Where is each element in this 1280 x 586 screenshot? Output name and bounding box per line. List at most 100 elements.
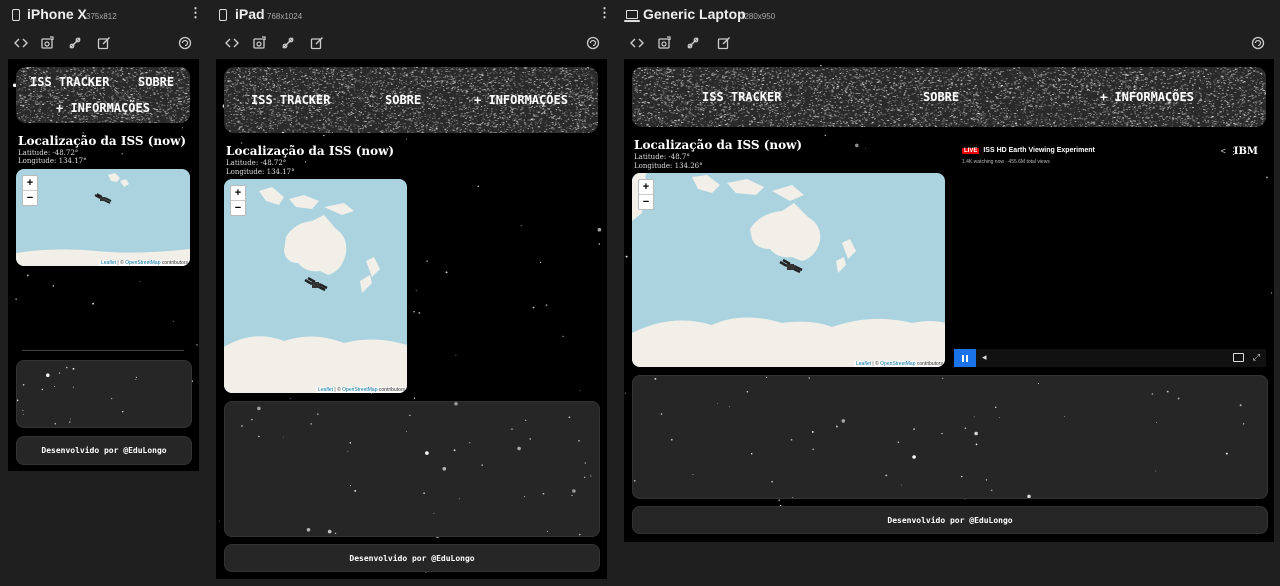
noise-speck [257,91,260,92]
noise-speck [268,72,270,74]
noise-speck [95,116,98,118]
noise-speck [270,78,273,80]
noise-speck [252,131,254,133]
noise-speck [225,127,227,129]
more-options-icon[interactable]: ⋮ [598,6,611,19]
noise-speck [278,67,280,69]
noise-speck [261,123,263,125]
noise-speck [131,118,134,119]
edit-icon[interactable] [308,34,326,52]
edit-icon[interactable] [95,34,113,52]
osm-link[interactable]: OpenStreetMap [125,260,160,266]
noise-speck [30,92,32,94]
site-viewport[interactable]: ISS TRACKER SOBRE + INFORMAÇÕES Localiza… [216,59,607,579]
noise-speck [74,70,77,72]
noise-speck [368,113,371,115]
star [413,397,416,399]
noise-speck [242,130,244,132]
noise-speck [470,130,472,132]
noise-speck [318,83,320,85]
noise-speck [93,117,96,119]
noise-speck [337,72,339,73]
noise-speck [345,84,347,85]
rotate-icon[interactable] [584,34,602,52]
noise-speck [374,118,376,119]
noise-speck [94,115,96,117]
noise-speck [541,117,542,119]
noise-speck [570,112,573,114]
iss-map[interactable]: + − Leaflet | © OpenStreetMap contributo… [16,169,190,266]
noise-speck [334,113,337,114]
noise-speck [149,102,152,103]
noise-speck [588,97,590,98]
code-icon[interactable] [12,34,30,52]
nav-sobre[interactable]: SOBRE [138,75,174,89]
nav-informacoes[interactable]: + INFORMAÇÕES [56,101,150,115]
more-options-icon[interactable]: ⋮ [189,6,202,19]
noise-speck [168,120,170,122]
screenshot-icon[interactable] [250,34,268,52]
noise-speck [250,126,253,128]
noise-speck [449,126,451,128]
noise-speck [356,116,358,118]
noise-speck [133,98,135,99]
noise-speck [262,90,264,92]
noise-speck [306,87,309,89]
noise-speck [378,108,381,110]
noise-speck [452,119,454,121]
rotate-icon[interactable] [176,34,194,52]
noise-speck [498,128,499,130]
noise-speck [57,99,59,100]
noise-speck [433,130,436,132]
noise-speck [252,111,254,113]
noise-speck [126,68,128,69]
noise-speck [170,107,173,109]
noise-speck [459,130,461,132]
noise-speck [92,98,94,100]
noise-speck [108,95,109,97]
nav-iss-tracker[interactable]: ISS TRACKER [30,75,109,89]
noise-speck [177,106,179,108]
noise-speck [374,103,376,105]
site-viewport[interactable]: ISS TRACKER SOBRE + INFORMAÇÕES Localiza… [8,59,199,471]
satellite-icon[interactable] [279,34,297,52]
noise-speck [309,68,311,70]
noise-speck [359,79,361,81]
zoom-out-button[interactable]: − [23,191,37,205]
noise-speck [415,78,418,80]
noise-speck [107,71,109,73]
star [539,261,542,264]
noise-speck [557,130,560,132]
noise-speck [121,92,123,94]
noise-speck [559,73,561,75]
noise-speck [227,119,229,121]
noise-speck [341,104,344,105]
noise-speck [119,97,121,99]
noise-speck [549,69,552,70]
noise-speck [452,125,455,127]
noise-speck [174,109,176,111]
noise-speck [171,100,172,102]
noise-speck [405,68,407,70]
code-icon[interactable] [223,34,241,52]
noise-speck [300,82,302,83]
screenshot-icon[interactable] [38,34,56,52]
noise-speck [179,101,182,102]
noise-speck [128,96,130,98]
noise-speck [413,132,415,133]
noise-speck [285,83,287,85]
noise-speck [283,116,286,118]
noise-speck [117,96,120,97]
noise-speck [569,93,571,95]
noise-speck [501,117,504,119]
leaflet-link[interactable]: Leaflet [101,260,116,266]
noise-speck [121,117,123,119]
noise-speck [505,68,507,70]
noise-speck [438,119,440,121]
zoom-in-button[interactable]: + [23,176,37,191]
noise-speck [35,103,37,105]
satellite-icon[interactable] [66,34,84,52]
noise-speck [310,71,311,73]
noise-speck [132,76,135,78]
noise-speck [93,96,94,97]
